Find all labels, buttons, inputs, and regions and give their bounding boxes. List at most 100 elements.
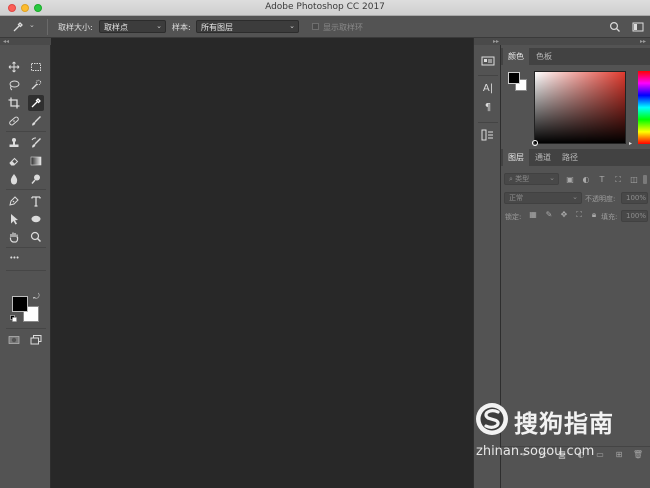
history-panel-button[interactable] — [480, 129, 496, 143]
character-panel-button[interactable]: A| — [480, 83, 496, 97]
history-brush-tool[interactable] — [28, 135, 44, 151]
lock-artboard-icon[interactable]: ⛶ — [574, 210, 584, 220]
zoom-tool[interactable] — [28, 229, 44, 245]
filter-toggle-switch[interactable] — [643, 175, 647, 184]
document-canvas-area[interactable] — [52, 38, 472, 488]
expand-panels-button[interactable]: ▸▸ — [474, 38, 502, 45]
learn-panel-icon — [481, 56, 495, 66]
hue-slider[interactable] — [638, 71, 650, 144]
history-panel-icon — [481, 129, 493, 141]
tab-paths[interactable]: 路径 — [557, 149, 583, 166]
workspace-button[interactable] — [630, 19, 646, 35]
dodge-tool[interactable] — [28, 171, 44, 187]
gradient-icon — [30, 156, 42, 166]
crop-icon — [8, 97, 20, 109]
dock-divider — [478, 75, 498, 76]
lock-transparent-pixels-icon[interactable]: ▦ — [528, 210, 538, 220]
select-chevron-icon: ⌄ — [289, 22, 295, 30]
delete-layer-icon[interactable]: 🗑︎ — [632, 450, 644, 460]
ellipse-icon — [31, 215, 41, 223]
filter-smart-objects-icon[interactable]: ◫ — [629, 175, 639, 185]
show-sampling-ring-checkbox[interactable] — [312, 23, 319, 30]
lasso-icon — [9, 80, 20, 91]
learn-panel-button[interactable] — [480, 56, 496, 70]
type-tool[interactable] — [28, 193, 44, 209]
new-layer-icon[interactable]: ⊞ — [613, 450, 625, 460]
filter-type-layers-icon[interactable]: T — [597, 175, 607, 185]
sample-size-label: 取样大小: — [58, 23, 93, 32]
tab-swatches[interactable]: 色板 — [531, 48, 557, 65]
tab-channels[interactable]: 通道 — [530, 149, 556, 166]
brush-icon — [32, 116, 41, 126]
filter-pixel-layers-icon[interactable]: ▣ — [565, 175, 575, 185]
lock-label: 锁定: — [505, 213, 522, 221]
move-tool[interactable] — [6, 59, 22, 75]
gradient-tool[interactable] — [28, 153, 44, 169]
eraser-tool[interactable] — [6, 153, 22, 169]
lock-image-pixels-icon[interactable]: ✎ — [544, 210, 554, 220]
search-icon — [609, 21, 620, 32]
default-colors-icon[interactable] — [10, 315, 17, 322]
tab-layers[interactable]: 图层 — [503, 149, 529, 166]
history-brush-icon — [31, 137, 41, 148]
toolbar-divider — [6, 328, 46, 329]
sample-size-select[interactable]: 取样点 ⌄ — [99, 20, 166, 33]
watermark-url: zhinan.sogou.com — [476, 444, 595, 459]
quick-selection-tool[interactable] — [28, 77, 44, 93]
blend-mode-select[interactable]: 正常 ⌄ — [504, 192, 582, 204]
layer-filter-select[interactable]: ⌕ 类型 ⌄ — [504, 173, 559, 185]
filter-shape-layers-icon[interactable]: ⛶ — [613, 175, 623, 185]
foreground-color-swatch[interactable] — [12, 296, 28, 312]
ellipse-tool[interactable] — [28, 211, 44, 227]
paragraph-panel-button[interactable]: ¶ — [480, 102, 496, 116]
new-group-icon[interactable]: ▭ — [594, 450, 606, 460]
edit-toolbar-button[interactable]: ••• — [6, 250, 22, 266]
blur-tool[interactable] — [6, 171, 22, 187]
lock-position-icon[interactable]: ✥ — [559, 210, 569, 220]
dodge-icon — [31, 174, 40, 184]
tab-color[interactable]: 颜色 — [503, 48, 529, 65]
toolbar-divider — [6, 131, 46, 132]
screen-mode-button[interactable] — [28, 332, 44, 348]
eyedropper-tool[interactable] — [28, 95, 44, 111]
lasso-tool[interactable] — [6, 77, 22, 93]
lock-all-icon[interactable]: 🔒︎ — [589, 210, 599, 220]
hue-slider-handle[interactable]: ▸ — [629, 140, 632, 147]
options-bar: ⌄ 取样大小: 取样点 ⌄ 样本: 所有图层 ⌄ 显示取样环 — [0, 16, 650, 38]
collapse-toolbar-button[interactable]: ◂◂ — [0, 38, 51, 45]
swap-colors-icon[interactable]: ⤾ — [33, 292, 40, 302]
select-chevron-icon: ⌄ — [549, 174, 555, 182]
layer-filter-value: 类型 — [515, 175, 530, 183]
path-selection-tool[interactable] — [6, 211, 22, 227]
sample-select[interactable]: 所有图层 ⌄ — [196, 20, 299, 33]
filter-adjustment-layers-icon[interactable]: ◐ — [581, 175, 591, 185]
quick-selection-icon — [31, 79, 42, 90]
color-picker-handle[interactable] — [532, 140, 538, 146]
fill-input[interactable]: 100% — [621, 210, 648, 222]
color-spectrum-field[interactable] — [532, 71, 626, 146]
collapse-panels-button[interactable]: ▸▸ — [501, 38, 650, 45]
hand-tool[interactable] — [6, 229, 22, 245]
workspace-icon — [632, 22, 644, 32]
healing-brush-tool[interactable] — [6, 113, 22, 129]
eyedropper-icon — [13, 22, 23, 32]
select-chevron-icon: ⌄ — [572, 193, 578, 201]
eyedropper-tool-preset-picker[interactable] — [10, 19, 26, 35]
search-button[interactable] — [607, 19, 623, 35]
chevron-down-icon: ⌄ — [29, 21, 35, 29]
rectangle-marquee-icon — [31, 63, 41, 71]
divider — [47, 19, 48, 35]
pen-tool[interactable] — [6, 193, 22, 209]
select-chevron-icon: ⌄ — [156, 22, 162, 30]
opacity-input[interactable]: 100% — [621, 192, 648, 204]
clone-stamp-tool[interactable] — [6, 135, 22, 151]
marquee-tool[interactable] — [28, 59, 44, 75]
watermark-brand: 搜狗指南 — [514, 410, 614, 438]
crop-tool[interactable] — [6, 95, 22, 111]
color-panel-foreground-swatch[interactable] — [508, 72, 520, 84]
brush-tool[interactable] — [28, 113, 44, 129]
quick-mask-button[interactable] — [6, 332, 22, 348]
hand-icon — [9, 232, 19, 243]
opacity-label: 不透明度: — [585, 195, 616, 203]
screen-mode-icon — [30, 335, 42, 345]
